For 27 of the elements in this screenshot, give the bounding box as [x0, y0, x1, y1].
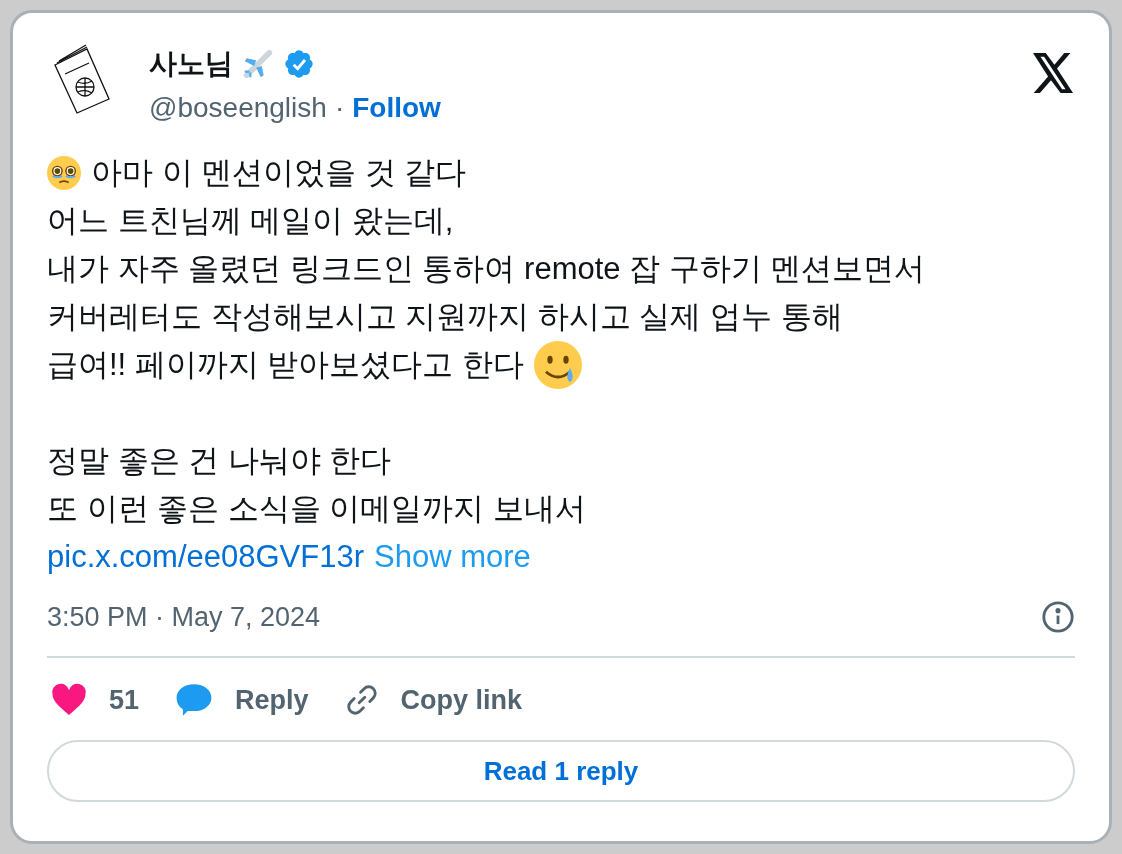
- media-link[interactable]: pic.x.com/ee08GVF13r: [47, 533, 365, 581]
- tweet-text-line: 내가 자주 올렸던 링크드인 통하여 remote 잡 구하기 멘션보면서: [47, 250, 926, 288]
- tweet-text-line: 급여!! 페이까지 받아보셨다고 한다: [47, 346, 525, 384]
- timestamp: 3:50 PM · May 7, 2024: [47, 601, 321, 634]
- speech-bubble-icon: [175, 681, 214, 718]
- tweet-text-line: 커버레터도 작성해보시고 지원까지 하시고 실제 업누 통해: [47, 298, 843, 336]
- x-logo-icon[interactable]: [1031, 53, 1075, 93]
- tweet-text-line: 정말 좋은 건 나눠야 한다: [47, 442, 392, 480]
- smiling-face-with-tear-emoji-icon: [534, 341, 583, 389]
- separator-dot: ·: [334, 91, 345, 125]
- reply-action[interactable]: Reply: [175, 679, 309, 720]
- verified-badge-icon: [283, 48, 315, 80]
- tweet-text-line: 또 이런 좋은 소식을 이메일까지 보내서: [47, 490, 587, 528]
- show-more-link[interactable]: Show more: [374, 533, 531, 581]
- tweet-text-line: 어느 트친님께 메일이 왔는데,: [47, 202, 454, 240]
- airplane-emoji-icon: [241, 47, 275, 81]
- read-replies-button[interactable]: Read 1 reply: [47, 740, 1075, 802]
- author-handle: @boseenglish: [149, 91, 327, 125]
- pleading-face-emoji-icon: [47, 156, 81, 190]
- like-action[interactable]: 51: [51, 679, 140, 720]
- heart-icon: [51, 682, 87, 717]
- follow-link[interactable]: Follow: [352, 87, 441, 129]
- copy-action[interactable]: Copy link: [344, 679, 523, 720]
- info-icon[interactable]: [1041, 600, 1075, 635]
- link-icon: [344, 682, 379, 717]
- tweet-text-line: 아마 이 멘션이었을 것 같다: [91, 154, 467, 192]
- author-name: 사노님: [149, 47, 233, 81]
